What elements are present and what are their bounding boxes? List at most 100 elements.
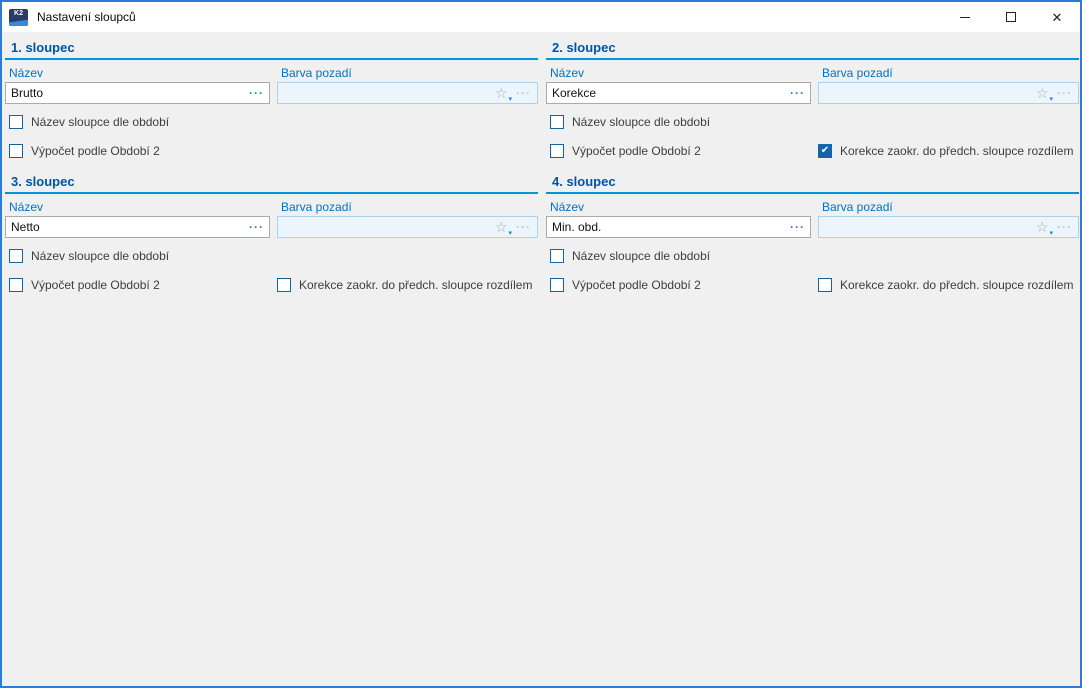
section-column-3: 3. sloupec Název ··· Barva pozadí ☆ (5, 169, 538, 293)
minimize-icon (960, 17, 970, 18)
section-header: 3. sloupec (5, 169, 538, 194)
background-color-input[interactable]: ☆ ▾ ··· (818, 216, 1079, 238)
name-field-label: Název (546, 64, 811, 82)
column-name-input-wrap: ··· (546, 82, 811, 104)
color-ellipsis-button[interactable]: ··· (1057, 88, 1072, 98)
checkbox-row: Výpočet podle Období 2 Korekce zaokr. do… (5, 277, 538, 293)
star-icon: ☆ (495, 85, 508, 101)
k2-app-logo-icon: K2 (9, 9, 28, 26)
section-fields: Název ··· Barva pozadí ☆ ▾ (546, 64, 1079, 104)
column-name-input[interactable] (11, 86, 249, 100)
minimize-button[interactable] (942, 2, 988, 32)
checkbox-name-by-period[interactable] (550, 249, 564, 263)
checkbox-label: Název sloupce dle období (572, 115, 710, 129)
color-ellipsis-button[interactable]: ··· (1057, 222, 1072, 232)
star-dropdown-arrow-icon: ▾ (508, 230, 512, 237)
column-name-input-wrap: ··· (546, 216, 811, 238)
checkbox-row: Název sloupce dle období (5, 248, 538, 264)
star-dropdown-arrow-icon: ▾ (508, 96, 512, 103)
close-button[interactable]: ✕ (1034, 2, 1080, 32)
checkbox-calc-by-period2[interactable] (550, 278, 564, 292)
section-fields: Název ··· Barva pozadí ☆ ▾ (546, 198, 1079, 238)
checkbox-label: Název sloupce dle období (31, 115, 169, 129)
checkbox-label: Výpočet podle Období 2 (572, 144, 701, 158)
checkbox-row: Název sloupce dle období (546, 248, 1079, 264)
name-field-label: Název (5, 198, 270, 216)
name-ellipsis-button[interactable]: ··· (790, 88, 805, 98)
correction-checkbox-group: Korekce zaokr. do předch. sloupce rozdíl… (818, 143, 1073, 159)
checkbox-label: Výpočet podle Období 2 (31, 144, 160, 158)
star-dropdown-arrow-icon: ▾ (1049, 230, 1053, 237)
checkbox-correction-rounding[interactable] (818, 144, 832, 158)
section-header: 2. sloupec (546, 35, 1079, 60)
star-dropdown-arrow-icon: ▾ (1049, 96, 1053, 103)
maximize-icon (1006, 12, 1016, 22)
dialog-content: 1. sloupec Název ··· Barva pozadí ☆ (2, 32, 1080, 686)
titlebar: K2 Nastavení sloupců ✕ (2, 2, 1080, 32)
name-field: Název ··· (546, 64, 811, 104)
checkbox-correction-rounding[interactable] (818, 278, 832, 292)
checkbox-name-by-period[interactable] (9, 249, 23, 263)
background-color-field: Barva pozadí ☆ ▾ ··· (818, 64, 1079, 104)
checkbox-label: Korekce zaokr. do předch. sloupce rozdíl… (840, 278, 1073, 292)
name-field: Název ··· (5, 64, 270, 104)
column-name-input[interactable] (11, 220, 249, 234)
background-color-field: Barva pozadí ☆ ▾ ··· (818, 198, 1079, 238)
checkbox-label: Výpočet podle Období 2 (31, 278, 160, 292)
background-color-field: Barva pozadí ☆ ▾ ··· (277, 198, 538, 238)
maximize-button[interactable] (988, 2, 1034, 32)
checkbox-row: Výpočet podle Období 2 Korekce zaokr. do… (546, 143, 1079, 159)
checkbox-row: Výpočet podle Období 2 (5, 143, 538, 159)
checkbox-correction-rounding[interactable] (277, 278, 291, 292)
favorite-star-button[interactable]: ☆ ▾ (1036, 218, 1052, 236)
name-ellipsis-button[interactable]: ··· (790, 222, 805, 232)
background-color-input[interactable]: ☆ ▾ ··· (277, 216, 538, 238)
checkbox-calc-by-period2[interactable] (550, 144, 564, 158)
favorite-star-button[interactable]: ☆ ▾ (1036, 84, 1052, 102)
section-column-2: 2. sloupec Název ··· Barva pozadí ☆ (546, 35, 1079, 159)
window-title: Nastavení sloupců (37, 10, 136, 24)
star-icon: ☆ (1036, 219, 1049, 235)
checkbox-label: Korekce zaokr. do předch. sloupce rozdíl… (299, 278, 532, 292)
background-color-label: Barva pozadí (277, 198, 538, 216)
section-fields: Název ··· Barva pozadí ☆ ▾ (5, 64, 538, 104)
k2-logo-text: K2 (14, 9, 23, 19)
color-ellipsis-button[interactable]: ··· (516, 222, 531, 232)
name-field: Název ··· (546, 198, 811, 238)
column-name-input[interactable] (552, 86, 790, 100)
checkbox-label: Korekce zaokr. do předch. sloupce rozdíl… (840, 144, 1073, 158)
background-color-input[interactable]: ☆ ▾ ··· (277, 82, 538, 104)
sections-grid: 1. sloupec Název ··· Barva pozadí ☆ (5, 35, 1077, 293)
column-settings-window: K2 Nastavení sloupců ✕ 1. sloupec Název (0, 0, 1082, 688)
name-field: Název ··· (5, 198, 270, 238)
name-field-label: Název (5, 64, 270, 82)
background-color-input[interactable]: ☆ ▾ ··· (818, 82, 1079, 104)
color-ellipsis-button[interactable]: ··· (516, 88, 531, 98)
star-icon: ☆ (495, 219, 508, 235)
name-ellipsis-button[interactable]: ··· (249, 88, 264, 98)
section-column-4: 4. sloupec Název ··· Barva pozadí ☆ (546, 169, 1079, 293)
background-color-label: Barva pozadí (277, 64, 538, 82)
window-controls: ✕ (942, 2, 1080, 32)
checkbox-calc-by-period2[interactable] (9, 278, 23, 292)
section-header: 1. sloupec (5, 35, 538, 60)
name-ellipsis-button[interactable]: ··· (249, 222, 264, 232)
checkbox-row: Název sloupce dle období (5, 114, 538, 130)
background-color-field: Barva pozadí ☆ ▾ ··· (277, 64, 538, 104)
close-icon: ✕ (1052, 11, 1063, 24)
section-header: 4. sloupec (546, 169, 1079, 194)
column-name-input-wrap: ··· (5, 216, 270, 238)
background-color-label: Barva pozadí (818, 198, 1079, 216)
favorite-star-button[interactable]: ☆ ▾ (495, 218, 511, 236)
column-name-input[interactable] (552, 220, 790, 234)
section-fields: Název ··· Barva pozadí ☆ ▾ (5, 198, 538, 238)
checkbox-calc-by-period2[interactable] (9, 144, 23, 158)
name-field-label: Název (546, 198, 811, 216)
favorite-star-button[interactable]: ☆ ▾ (495, 84, 511, 102)
checkbox-row: Název sloupce dle období (546, 114, 1079, 130)
checkbox-name-by-period[interactable] (550, 115, 564, 129)
checkbox-name-by-period[interactable] (9, 115, 23, 129)
checkbox-label: Název sloupce dle období (31, 249, 169, 263)
star-icon: ☆ (1036, 85, 1049, 101)
background-color-label: Barva pozadí (818, 64, 1079, 82)
